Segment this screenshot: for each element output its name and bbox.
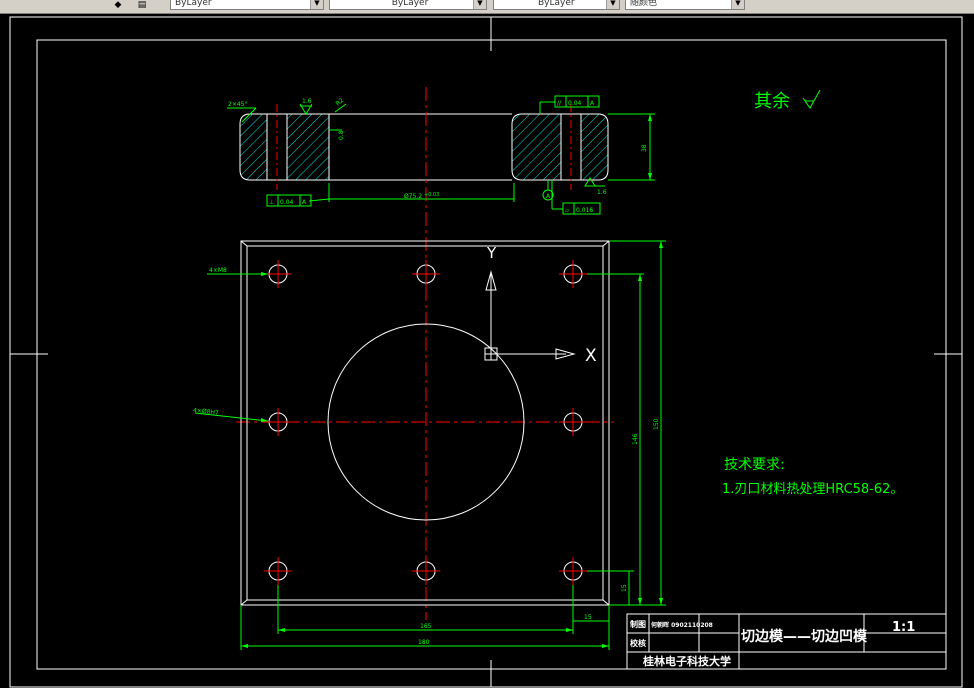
chamfer-dim: 2×45°	[228, 101, 247, 108]
sheet-border	[9, 16, 963, 688]
drawer-name: 何朝晖 0902110208	[651, 621, 713, 629]
roughness-note: 其余	[754, 91, 790, 112]
flatness-symbol: ▱	[565, 207, 570, 214]
hole	[264, 408, 292, 436]
perp-datum: A	[302, 199, 307, 206]
linetype-select[interactable]: ByLayer ▼	[329, 0, 487, 10]
lineweight-select[interactable]: ByLayer ▼	[493, 0, 620, 10]
hole	[559, 408, 587, 436]
chevron-down-icon[interactable]: ▼	[606, 0, 619, 9]
height-dim: 38	[641, 144, 648, 152]
color-select-value: ByLayer	[175, 0, 212, 8]
school-name: 桂林电子科技大学	[642, 654, 731, 668]
hole	[412, 260, 440, 288]
tech-req-title: 技术要求:	[724, 457, 785, 473]
section-view	[239, 104, 609, 190]
properties-toolbar: ◆ ▤ ByLayer ▼ ByLayer ▼ ByLayer ▼ 随颜色 ▼	[0, 0, 974, 14]
small-depth-dim: 0.8	[338, 130, 345, 140]
linetype-select-value: ByLayer	[391, 0, 429, 8]
dim-150-vertical: 150	[653, 418, 660, 430]
chevron-down-icon[interactable]: ▼	[310, 0, 323, 9]
plotstyle-select-value: 随颜色	[630, 0, 658, 8]
ucs-icon	[484, 270, 576, 361]
roughness-right: 1.6	[597, 189, 607, 196]
holes-callout-1: 4×M8	[209, 267, 227, 274]
tech-req-item: 1.刃口材料热处理HRC58-62。	[722, 482, 903, 497]
chevron-down-icon[interactable]: ▼	[473, 0, 486, 9]
hole	[412, 557, 440, 585]
dim-165: 165	[420, 623, 432, 630]
plotstyle-select[interactable]: 随颜色 ▼	[625, 0, 745, 10]
layer-previous-icon[interactable]: ▤	[136, 0, 148, 10]
drawing-canvas[interactable]: Y X 2×45° 1.6 R2 0.8 38 Ø75.2 +0.03 ⊥ 0.…	[0, 14, 974, 688]
color-select[interactable]: ByLayer ▼	[170, 0, 324, 10]
flatness-tol: 0.016	[576, 207, 593, 214]
dim-15-horizontal: 15	[584, 614, 592, 621]
holes-callout-2: 4×Ø8H7	[193, 407, 219, 417]
hole	[264, 260, 292, 288]
plan-view	[240, 240, 610, 606]
ucs-y-label: Y	[486, 244, 497, 262]
hole	[559, 260, 587, 288]
drawer-label: 制图	[630, 619, 646, 629]
bore-tol-dim: +0.03	[424, 192, 439, 198]
hole	[559, 557, 587, 585]
ucs-x-label: X	[585, 346, 597, 366]
part-name: 切边模——切边凹模	[741, 628, 868, 645]
bore-dia-dim: Ø75.2	[404, 193, 422, 200]
scale-value: 1:1	[892, 620, 915, 635]
perp-tol: 0.04	[280, 199, 294, 206]
parallel-tol: 0.04	[568, 100, 582, 107]
layer-state-icon[interactable]: ◆	[112, 0, 124, 10]
perp-symbol: ⊥	[269, 199, 274, 206]
dim-180: 180	[418, 639, 430, 646]
dim-146: 146	[632, 433, 639, 445]
dim-15-vertical: 15	[621, 584, 628, 592]
parallel-datum: A	[590, 100, 595, 107]
lineweight-select-value: ByLayer	[538, 0, 575, 8]
checker-label: 校核	[630, 638, 646, 648]
hole	[264, 557, 292, 585]
parallel-symbol: //	[557, 100, 562, 107]
chevron-down-icon[interactable]: ▼	[731, 0, 744, 9]
roughness-left: 1.6	[302, 98, 312, 105]
centering-marks	[10, 17, 962, 687]
